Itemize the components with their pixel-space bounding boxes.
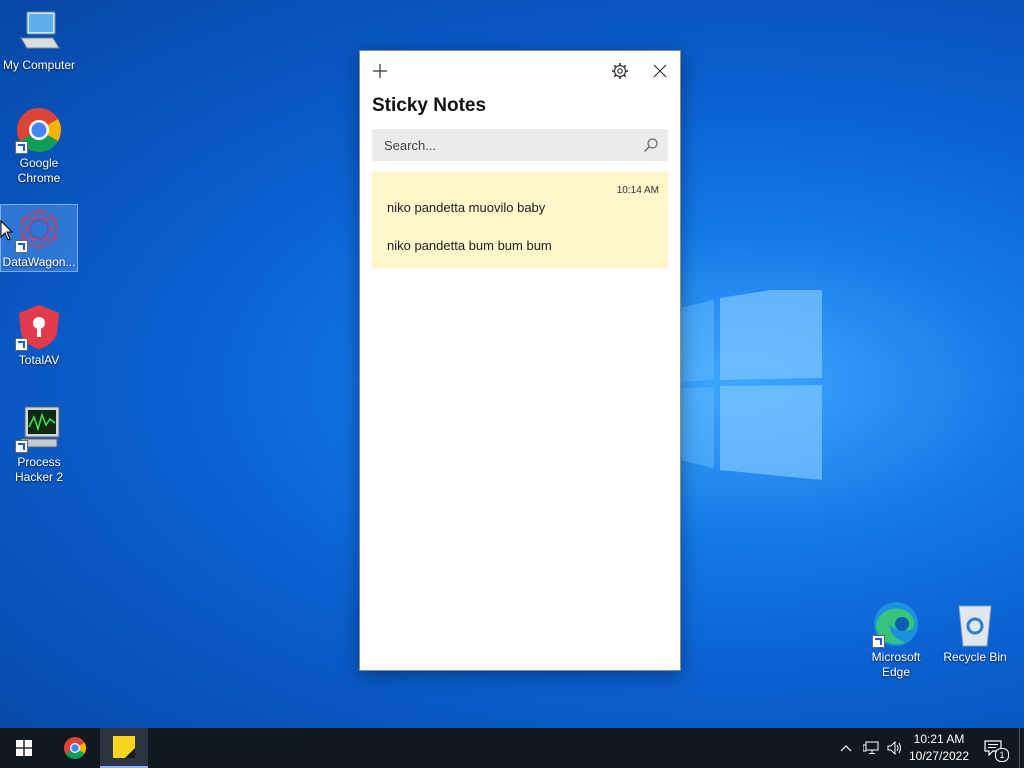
chrome-icon xyxy=(15,106,63,154)
desktop-icon-label: Microsoft Edge xyxy=(871,650,921,679)
app-title: Sticky Notes xyxy=(372,95,487,116)
settings-button[interactable] xyxy=(608,59,632,83)
edge-icon xyxy=(872,600,920,648)
shortcut-arrow-icon xyxy=(15,141,28,154)
chrome-icon xyxy=(64,737,86,759)
clock[interactable]: 10:21 AM 10/27/2022 xyxy=(905,731,973,765)
plus-icon xyxy=(373,64,387,78)
shortcut-arrow-icon xyxy=(872,635,885,648)
desktop-icon-label: Google Chrome xyxy=(17,156,61,185)
sticky-notes-toolbar xyxy=(360,51,680,91)
clock-time: 10:21 AM xyxy=(913,732,965,746)
note-text-line: niko pandetta bum bum bum xyxy=(387,238,552,253)
note-card[interactable]: 10:14 AM niko pandetta muovilo baby niko… xyxy=(372,172,668,268)
taskbar: 10:21 AM 10/27/2022 1 xyxy=(0,728,1024,768)
desktop-icon-totalav[interactable]: TotalAV xyxy=(1,303,77,368)
search-box xyxy=(372,129,668,161)
note-text-line: niko pandetta muovilo baby xyxy=(387,200,546,215)
desktop-icon-label: Recycle Bin xyxy=(943,650,1007,664)
close-icon xyxy=(653,64,667,78)
search-input[interactable] xyxy=(372,136,643,154)
chevron-up-icon xyxy=(840,745,852,752)
show-desktop-button[interactable] xyxy=(1019,728,1024,768)
computer-icon xyxy=(15,8,63,56)
desktop-icon-label: TotalAV xyxy=(18,353,60,367)
show-hidden-icons-button[interactable] xyxy=(836,728,856,768)
windows-start-icon xyxy=(16,740,32,756)
start-button[interactable] xyxy=(0,728,48,768)
sticky-notes-icon xyxy=(113,736,135,758)
close-button[interactable] xyxy=(648,59,672,83)
new-note-button[interactable] xyxy=(368,59,392,83)
desktop-icon-label: DataWagon... xyxy=(2,255,76,269)
speaker-icon xyxy=(887,741,901,755)
notification-count-badge: 1 xyxy=(995,748,1009,762)
wallpaper-windows-logo xyxy=(680,290,822,480)
shortcut-arrow-icon xyxy=(15,440,28,453)
recycle-bin-icon xyxy=(951,600,999,648)
desktop-icon-my-computer[interactable]: My Computer xyxy=(1,8,77,73)
shortcut-arrow-icon xyxy=(15,240,28,253)
sticky-notes-window: Sticky Notes 10:14 AM niko pandetta muov… xyxy=(359,50,681,671)
totalav-shield-icon xyxy=(15,303,63,351)
taskbar-chrome[interactable] xyxy=(51,728,99,768)
taskbar-sticky-notes[interactable] xyxy=(100,728,148,768)
network-icon xyxy=(863,741,879,754)
process-hacker-icon xyxy=(15,405,63,453)
note-timestamp: 10:14 AM xyxy=(616,185,659,196)
action-center-button[interactable]: 1 xyxy=(978,728,1009,768)
datawagon-icon xyxy=(15,205,63,253)
network-button[interactable] xyxy=(860,728,882,768)
desktop-icon-recycle-bin[interactable]: Recycle Bin xyxy=(937,600,1013,665)
shortcut-arrow-icon xyxy=(15,338,28,351)
desktop-icon-microsoft-edge[interactable]: Microsoft Edge xyxy=(858,600,934,680)
desktop-icon-label: My Computer xyxy=(2,58,76,72)
mouse-cursor-icon xyxy=(0,220,14,241)
volume-button[interactable] xyxy=(884,728,906,768)
clock-date: 10/27/2022 xyxy=(908,749,970,763)
search-icon[interactable] xyxy=(643,137,659,153)
desktop-icon-process-hacker[interactable]: Process Hacker 2 xyxy=(1,405,77,485)
desktop-icon-label: Process Hacker 2 xyxy=(14,455,64,484)
gear-icon xyxy=(612,63,628,79)
desktop-icon-google-chrome[interactable]: Google Chrome xyxy=(1,106,77,186)
